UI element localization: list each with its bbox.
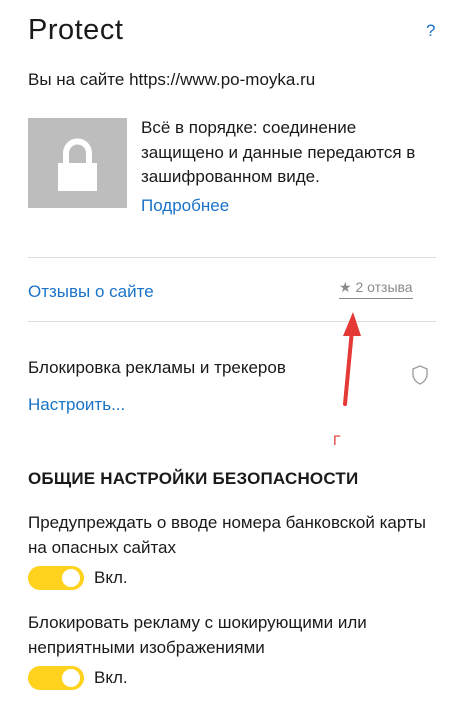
- divider: [28, 321, 436, 322]
- connection-status-text: Всё в порядке: соединение защищено и дан…: [141, 118, 416, 186]
- toggle-knob: [62, 669, 80, 687]
- lock-icon: [28, 118, 127, 208]
- card-warning-toggle[interactable]: [28, 566, 84, 590]
- divider: [28, 257, 436, 258]
- reviews-count-link[interactable]: ★ 2 отзыва: [339, 279, 413, 299]
- shield-icon[interactable]: [411, 365, 429, 390]
- star-icon: ★: [339, 279, 352, 295]
- card-warning-state-label: Вкл.: [94, 568, 128, 587]
- more-details-link[interactable]: Подробнее: [141, 196, 229, 216]
- shocking-ads-state-label: Вкл.: [94, 668, 128, 687]
- reviews-count-label: 2 отзыва: [355, 279, 413, 295]
- help-link[interactable]: ?: [426, 21, 435, 41]
- setting-card-warning-text: Предупреждать о вводе номера банковской …: [28, 513, 426, 557]
- section-title: ОБЩИЕ НАСТРОЙКИ БЕЗОПАСНОСТИ: [28, 469, 359, 488]
- configure-link[interactable]: Настроить...: [28, 395, 125, 415]
- shocking-ads-toggle[interactable]: [28, 666, 84, 690]
- app-title: Protect: [28, 14, 124, 46]
- annotation-mark: Г: [333, 432, 341, 448]
- adblock-label: Блокировка рекламы и трекеров: [28, 358, 286, 377]
- site-reviews-link[interactable]: Отзывы о сайте: [28, 282, 154, 302]
- site-address-text: Вы на сайте https://www.po-moyka.ru: [28, 70, 316, 89]
- toggle-knob: [62, 569, 80, 587]
- annotation-arrow: [343, 312, 361, 406]
- setting-shocking-ads-text: Блокировать рекламу с шокирующими или не…: [28, 613, 367, 657]
